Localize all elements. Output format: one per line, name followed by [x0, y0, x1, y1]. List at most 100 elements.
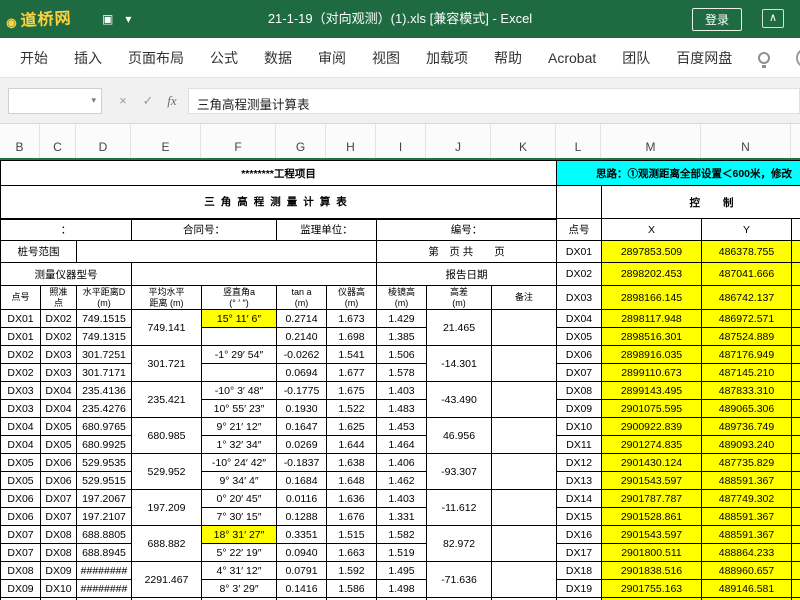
cell-coord-z[interactable]: 1: [790, 309, 800, 328]
cell-angle[interactable]: 4° 31′ 12″: [201, 561, 277, 580]
cell-angle[interactable]: [201, 327, 277, 346]
column-header-L[interactable]: L: [556, 124, 601, 158]
page-count-cell[interactable]: 第 页 共 页: [375, 240, 558, 263]
cell-angle[interactable]: 15° 11′ 6″: [201, 309, 277, 328]
cell-coord-z[interactable]: 10: [790, 579, 800, 598]
cell-avg-distance[interactable]: 235.421: [131, 381, 202, 418]
ribbon-tab-5[interactable]: 审阅: [318, 48, 346, 68]
report-date-cell[interactable]: 报告日期: [375, 262, 558, 286]
ribbon-tab-10[interactable]: 团队: [622, 48, 650, 68]
cancel-icon[interactable]: ×: [112, 88, 134, 114]
cell-tan[interactable]: 0.0791: [276, 561, 327, 580]
enter-icon[interactable]: ✓: [137, 88, 159, 114]
cell-point[interactable]: DX08: [0, 561, 41, 580]
cell-avg-distance[interactable]: 688.882: [131, 525, 202, 562]
cell-avg-distance[interactable]: 749.141: [131, 309, 202, 346]
cell-coord-y[interactable]: 486972.571: [701, 309, 792, 328]
cell-tan[interactable]: 0.0694: [276, 363, 327, 382]
cell-coord-x[interactable]: 2897853.509: [601, 240, 702, 263]
cell-distance[interactable]: ########: [76, 561, 132, 580]
cell-coord-y[interactable]: 487735.829: [701, 453, 792, 472]
ribbon-tab-8[interactable]: 帮助: [494, 48, 522, 68]
cell-point-id[interactable]: DX16: [556, 525, 602, 544]
cell-point-id[interactable]: DX11: [556, 435, 602, 454]
cell-target[interactable]: DX04: [40, 399, 77, 418]
cell-height-diff[interactable]: 46.956: [426, 417, 492, 454]
cell-target[interactable]: DX05: [40, 435, 77, 454]
ribbon-tab-9[interactable]: Acrobat: [548, 50, 596, 66]
cell-angle[interactable]: -10° 3′ 48″: [201, 381, 277, 400]
cell-coord-x[interactable]: 2900922.839: [601, 417, 702, 436]
cell-prism-height[interactable]: 1.519: [376, 543, 427, 562]
cell-target[interactable]: DX08: [40, 543, 77, 562]
cell-height-diff[interactable]: 82.972: [426, 525, 492, 562]
cell-coord-z[interactable]: 11: [790, 262, 800, 286]
cell-tan[interactable]: -0.1775: [276, 381, 327, 400]
doc-no-cell[interactable]: 编号：: [375, 218, 558, 241]
cell-point[interactable]: DX07: [0, 543, 41, 562]
column-label-angle[interactable]: 竖直角a (° ′ ″): [201, 285, 277, 310]
cell-coord-y[interactable]: 488591.367: [701, 471, 792, 490]
sheet-title-cell[interactable]: 三角高程测量计算表: [0, 185, 558, 220]
cell-distance[interactable]: 301.7171: [76, 363, 132, 382]
ribbon-tab-4[interactable]: 数据: [264, 48, 292, 68]
column-header-O[interactable]: O: [791, 124, 800, 158]
cell-coord-y[interactable]: 488591.367: [701, 507, 792, 526]
cell-point-id[interactable]: DX14: [556, 489, 602, 508]
cell-height-diff[interactable]: -43.490: [426, 381, 492, 418]
cell-point[interactable]: DX02: [0, 363, 41, 382]
cell-point-id[interactable]: DX02: [556, 262, 602, 286]
cell-point[interactable]: DX04: [0, 435, 41, 454]
cell-inst-height[interactable]: 1.644: [326, 435, 377, 454]
cell-distance[interactable]: 680.9765: [76, 417, 132, 436]
cell-coord-y[interactable]: 488591.367: [701, 525, 792, 544]
cell-point[interactable]: DX09: [0, 579, 41, 598]
cell-distance[interactable]: 235.4136: [76, 381, 132, 400]
cell-coord-z[interactable]: 10: [790, 381, 800, 400]
cell-coord-x[interactable]: 2901274.835: [601, 435, 702, 454]
cell-coord-z[interactable]: 10: [790, 525, 800, 544]
empty-cell[interactable]: [790, 218, 800, 241]
cell-prism-height[interactable]: 1.495: [376, 561, 427, 580]
cell-inst-height[interactable]: 1.648: [326, 471, 377, 490]
cell-inst-height[interactable]: 1.676: [326, 507, 377, 526]
cell-prism-height[interactable]: 1.406: [376, 453, 427, 472]
cell-target[interactable]: DX10: [40, 579, 77, 598]
cell-inst-height[interactable]: 1.522: [326, 399, 377, 418]
control-header-x[interactable]: X: [601, 218, 702, 241]
cell-target[interactable]: DX05: [40, 417, 77, 436]
cell-prism-height[interactable]: 1.483: [376, 399, 427, 418]
cell-point-id[interactable]: DX09: [556, 399, 602, 418]
cell-target[interactable]: DX02: [40, 309, 77, 328]
cell-coord-x[interactable]: 2901838.516: [601, 561, 702, 580]
column-header-H[interactable]: H: [326, 124, 376, 158]
cell-coord-x[interactable]: 2898202.453: [601, 262, 702, 286]
cell-prism-height[interactable]: 1.453: [376, 417, 427, 436]
cell-note[interactable]: [490, 381, 558, 418]
cell-tan[interactable]: 0.1416: [276, 579, 327, 598]
cell-coord-x[interactable]: 2899143.495: [601, 381, 702, 400]
cell-prism-height[interactable]: 1.331: [376, 507, 427, 526]
cell-tan[interactable]: 0.0116: [276, 489, 327, 508]
cell-target[interactable]: DX03: [40, 363, 77, 382]
cell-distance[interactable]: 197.2107: [76, 507, 132, 526]
cell-coord-z[interactable]: 10: [790, 435, 800, 454]
cell-height-diff[interactable]: -14.301: [426, 345, 492, 382]
cell-prism-height[interactable]: 1.403: [376, 489, 427, 508]
cell-distance[interactable]: 680.9925: [76, 435, 132, 454]
cell-inst-height[interactable]: 1.673: [326, 309, 377, 328]
cell-tan[interactable]: -0.0262: [276, 345, 327, 364]
project-title-cell[interactable]: ********工程项目: [0, 160, 558, 186]
empty-cell[interactable]: [556, 185, 602, 219]
empty-cell[interactable]: [131, 262, 377, 286]
cell-coord-y[interactable]: 489065.306: [701, 399, 792, 418]
cell-inst-height[interactable]: 1.675: [326, 381, 377, 400]
cell-note[interactable]: [490, 309, 558, 346]
cell-inst-height[interactable]: 1.515: [326, 525, 377, 544]
cell-point-id[interactable]: DX12: [556, 453, 602, 472]
cell-inst-height[interactable]: 1.625: [326, 417, 377, 436]
cell-tan[interactable]: 0.1684: [276, 471, 327, 490]
cell-angle[interactable]: -1° 29′ 54″: [201, 345, 277, 364]
column-header-B[interactable]: B: [0, 124, 40, 158]
cell-point[interactable]: DX06: [0, 507, 41, 526]
